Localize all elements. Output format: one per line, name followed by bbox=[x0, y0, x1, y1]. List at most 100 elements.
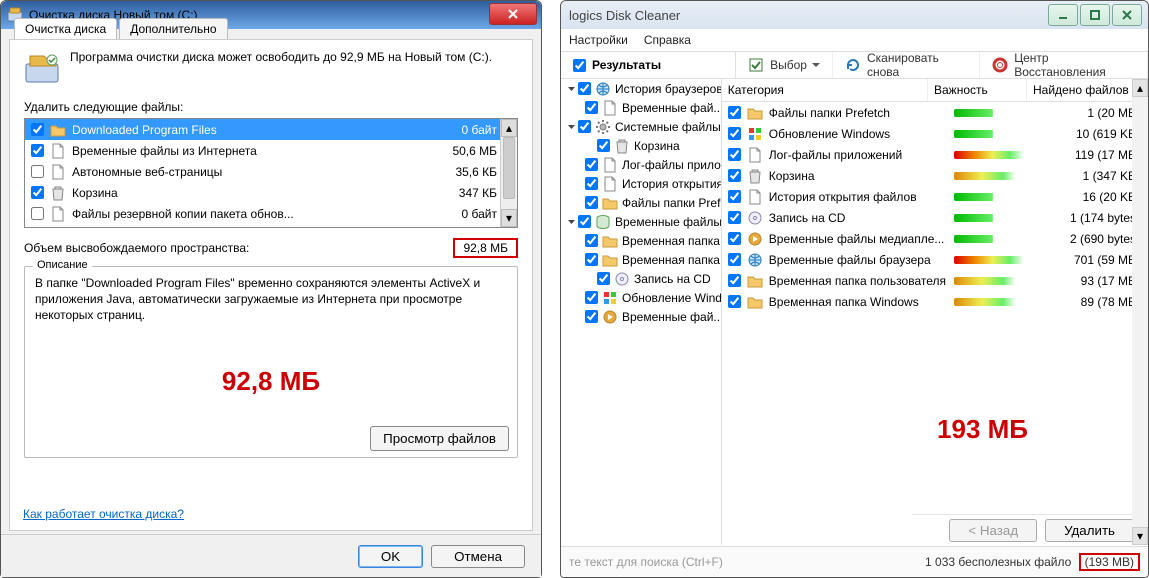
tree-node-checkbox[interactable] bbox=[585, 158, 598, 171]
file-row-checkbox[interactable] bbox=[31, 207, 44, 220]
menu-help[interactable]: Справка bbox=[644, 33, 691, 47]
file-row-checkbox[interactable] bbox=[31, 123, 44, 136]
result-row[interactable]: Временные файлы медиапле...2 (690 bytes) bbox=[722, 228, 1148, 249]
tree-root-checkbox[interactable] bbox=[573, 59, 586, 72]
result-row-checkbox[interactable] bbox=[728, 253, 741, 266]
minimize-button[interactable] bbox=[1048, 4, 1078, 26]
tree-node-checkbox[interactable] bbox=[597, 139, 610, 152]
search-hint[interactable]: те текст для поиска (Ctrl+F) bbox=[569, 555, 925, 569]
close-button[interactable] bbox=[489, 3, 537, 25]
result-row[interactable]: Запись на CD1 (174 bytes) bbox=[722, 207, 1148, 228]
col-found[interactable]: Найдено файлов bbox=[1027, 79, 1148, 101]
tree-node-checkbox[interactable] bbox=[585, 101, 598, 114]
result-row-importance bbox=[946, 193, 1032, 201]
expand-icon[interactable] bbox=[567, 83, 576, 95]
menu-settings[interactable]: Настройки bbox=[569, 33, 628, 47]
file-row-size: 50,6 МБ bbox=[427, 144, 497, 158]
tree-node[interactable]: Временные файлы bbox=[561, 212, 721, 231]
result-row-name: Запись на CD bbox=[769, 211, 946, 225]
back-button[interactable]: < Назад bbox=[949, 519, 1037, 542]
maximize-button[interactable] bbox=[1080, 4, 1110, 26]
delete-button[interactable]: Удалить bbox=[1045, 519, 1134, 542]
toolbar-rescan[interactable]: Сканировать снова bbox=[833, 52, 980, 78]
tree-node[interactable]: Системные файлы bbox=[561, 117, 721, 136]
tree-node-checkbox[interactable] bbox=[585, 234, 598, 247]
file-list-row[interactable]: Временные файлы из Интернета50,6 МБ bbox=[25, 140, 501, 161]
result-row-checkbox[interactable] bbox=[728, 190, 741, 203]
file-list-row[interactable]: Автономные веб-страницы35,6 КБ bbox=[25, 161, 501, 182]
tree-node-checkbox[interactable] bbox=[578, 120, 591, 133]
tree-node-checkbox[interactable] bbox=[597, 272, 610, 285]
result-row-checkbox[interactable] bbox=[728, 232, 741, 245]
scroll-down-icon[interactable]: ▾ bbox=[1132, 527, 1148, 545]
file-list-scrollbar[interactable]: ▴ ▾ bbox=[500, 119, 517, 227]
file-row-checkbox[interactable] bbox=[31, 144, 44, 157]
result-row[interactable]: Временная папка Windows89 (78 MB) bbox=[722, 291, 1148, 312]
expand-icon[interactable] bbox=[567, 121, 576, 133]
file-list-row[interactable]: Файлы резервной копии пакета обнов...0 б… bbox=[25, 203, 501, 224]
result-row[interactable]: Файлы папки Prefetch1 (20 MB) bbox=[722, 102, 1148, 123]
tree-node[interactable]: Временные фай... bbox=[561, 98, 721, 117]
file-list-row[interactable]: Корзина347 КБ bbox=[25, 182, 501, 203]
result-row[interactable]: Временные файлы браузера701 (59 MB) bbox=[722, 249, 1148, 270]
close-button-right[interactable] bbox=[1112, 4, 1142, 26]
results-scrollbar[interactable]: ▴ ▾ bbox=[1132, 79, 1148, 545]
tree-node[interactable]: Запись на CD bbox=[561, 269, 721, 288]
tree-node[interactable]: Временная папка ... bbox=[561, 231, 721, 250]
tree-node-checkbox[interactable] bbox=[585, 291, 598, 304]
result-row-checkbox[interactable] bbox=[728, 148, 741, 161]
toolbar-rescue[interactable]: Центр Восстановления bbox=[980, 52, 1148, 78]
result-row-checkbox[interactable] bbox=[728, 127, 741, 140]
view-files-button[interactable]: Просмотр файлов bbox=[370, 426, 509, 451]
result-row-importance bbox=[946, 235, 1032, 243]
scroll-up-icon[interactable]: ▴ bbox=[1132, 79, 1148, 97]
tab-advanced[interactable]: Дополнительно bbox=[119, 18, 227, 39]
tree-node[interactable]: Временная папка ... bbox=[561, 250, 721, 269]
result-row-checkbox[interactable] bbox=[728, 295, 741, 308]
result-row-count: 89 (78 MB) bbox=[1032, 295, 1144, 309]
tree-node[interactable]: История браузеров bbox=[561, 79, 721, 98]
tree-node[interactable]: Корзина bbox=[561, 136, 721, 155]
result-row[interactable]: Лог-файлы приложений119 (17 MB) bbox=[722, 144, 1148, 165]
help-link[interactable]: Как работает очистка диска? bbox=[23, 507, 184, 521]
tree-node-checkbox[interactable] bbox=[585, 196, 598, 209]
result-row-checkbox[interactable] bbox=[728, 274, 741, 287]
tree-node[interactable]: Обновление Wind... bbox=[561, 288, 721, 307]
file-row-checkbox[interactable] bbox=[31, 186, 44, 199]
tree-node[interactable]: Временные фай... bbox=[561, 307, 721, 326]
tree-node-checkbox[interactable] bbox=[578, 215, 591, 228]
result-row[interactable]: Временная папка пользователя93 (17 MB) bbox=[722, 270, 1148, 291]
col-importance[interactable]: Важность bbox=[928, 79, 1027, 101]
tree-node-checkbox[interactable] bbox=[578, 82, 591, 95]
cd-icon bbox=[747, 210, 763, 226]
result-row-importance bbox=[946, 172, 1032, 180]
page-icon bbox=[602, 100, 618, 116]
scroll-thumb[interactable] bbox=[503, 137, 515, 199]
file-list-row[interactable]: Downloaded Program Files0 байт bbox=[25, 119, 501, 140]
tree-node[interactable]: Лог-файлы прило... bbox=[561, 155, 721, 174]
tree-node-checkbox[interactable] bbox=[585, 310, 598, 323]
auslogics-content: История браузеровВременные фай...Системн… bbox=[561, 79, 1148, 545]
disk-cleanup-hero-icon bbox=[24, 50, 60, 86]
result-row-checkbox[interactable] bbox=[728, 211, 741, 224]
scroll-up-icon[interactable]: ▴ bbox=[501, 119, 517, 137]
result-row[interactable]: История открытия файлов16 (20 KB) bbox=[722, 186, 1148, 207]
toolbar-select[interactable]: Выбор bbox=[736, 52, 833, 78]
col-category[interactable]: Категория bbox=[722, 79, 928, 101]
tree-node-checkbox[interactable] bbox=[585, 253, 598, 266]
file-row-checkbox[interactable] bbox=[31, 165, 44, 178]
result-row-checkbox[interactable] bbox=[728, 169, 741, 182]
cancel-button[interactable]: Отмена bbox=[431, 545, 525, 568]
result-row-checkbox[interactable] bbox=[728, 106, 741, 119]
ok-button[interactable]: OK bbox=[358, 545, 423, 568]
tab-cleanup[interactable]: Очистка диска bbox=[14, 18, 117, 39]
result-row[interactable]: Корзина1 (347 KB) bbox=[722, 165, 1148, 186]
tree-node-checkbox[interactable] bbox=[585, 177, 598, 190]
expand-icon[interactable] bbox=[567, 216, 576, 228]
tree-node[interactable]: История открытия... bbox=[561, 174, 721, 193]
tree-node[interactable]: Файлы папки Pref... bbox=[561, 193, 721, 212]
auslogics-titlebar[interactable]: logics Disk Cleaner bbox=[561, 1, 1148, 29]
result-row[interactable]: Обновление Windows10 (619 KB) bbox=[722, 123, 1148, 144]
scroll-down-icon[interactable]: ▾ bbox=[501, 209, 517, 227]
file-row-size: 35,6 КБ bbox=[427, 165, 497, 179]
